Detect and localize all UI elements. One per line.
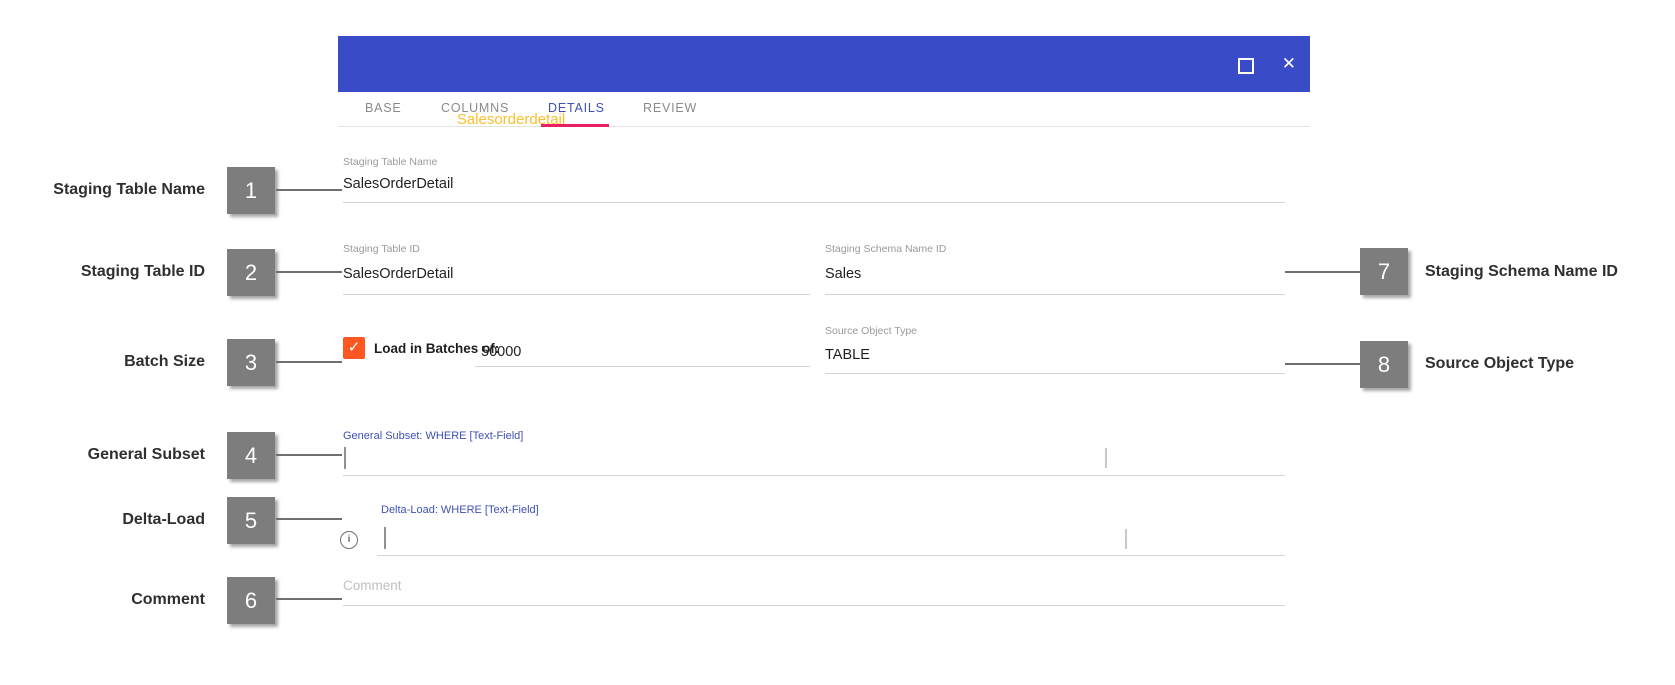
close-icon[interactable]: ✕	[1282, 36, 1296, 92]
staging-table-id-input[interactable]: SalesOrderDetail	[343, 266, 453, 282]
batch-size-underline	[475, 366, 810, 367]
connector-line-6	[276, 598, 342, 600]
connector-line-4	[276, 454, 342, 456]
delta-load-field-boundary-tick	[1125, 529, 1127, 549]
staging-table-name-label: Staging Table Name	[343, 156, 437, 168]
dialog-titlebar: Add Table:Salesorderdetail ✕	[338, 36, 1310, 92]
tab-bar: BASE COLUMNS DETAILS REVIEW	[338, 92, 1310, 127]
source-object-type-underline	[825, 373, 1285, 374]
callout-label-delta-load: Delta-Load	[0, 510, 205, 530]
tab-details[interactable]: DETAILS	[548, 101, 605, 115]
annotation-badge-6: 6	[227, 577, 275, 624]
annotation-badge-5: 5	[227, 497, 275, 544]
delta-load-underline	[377, 555, 1285, 556]
delta-load-label: Delta-Load: WHERE [Text-Field]	[381, 504, 539, 516]
annotation-badge-4: 4	[227, 432, 275, 479]
callout-label-comment: Comment	[0, 590, 205, 610]
maximize-icon[interactable]	[1238, 58, 1254, 74]
callout-label-staging-table-name: Staging Table Name	[0, 180, 205, 200]
connector-line-8	[1285, 363, 1360, 365]
comment-input[interactable]: Comment	[343, 578, 402, 593]
annotation-badge-3: 3	[227, 339, 275, 386]
general-subset-text-cursor	[344, 447, 346, 469]
staging-table-name-input[interactable]: SalesOrderDetail	[343, 176, 453, 192]
tab-columns[interactable]: COLUMNS	[441, 101, 509, 115]
general-subset-underline	[343, 475, 1285, 476]
staging-schema-name-id-underline	[825, 294, 1285, 295]
tab-base[interactable]: BASE	[365, 101, 402, 115]
staging-table-id-underline	[343, 294, 810, 295]
general-subset-field-boundary-tick	[1105, 448, 1107, 468]
info-icon[interactable]: i	[340, 531, 358, 549]
staging-table-name-underline	[343, 202, 1285, 203]
callout-label-batch-size: Batch Size	[0, 352, 205, 372]
tab-review[interactable]: REVIEW	[643, 101, 697, 115]
staging-schema-name-id-input[interactable]: Sales	[825, 266, 861, 282]
connector-line-7	[1285, 271, 1360, 273]
connector-line-5	[276, 518, 342, 520]
source-object-type-label: Source Object Type	[825, 325, 917, 337]
staging-schema-name-id-label: Staging Schema Name ID	[825, 243, 946, 255]
general-subset-label: General Subset: WHERE [Text-Field]	[343, 430, 523, 442]
annotation-badge-8: 8	[1360, 341, 1408, 388]
callout-label-source-object-type: Source Object Type	[1425, 354, 1675, 374]
callout-label-general-subset: General Subset	[0, 445, 205, 465]
staging-table-id-label: Staging Table ID	[343, 243, 420, 255]
screenshot-canvas: Staging Table Name Staging Table ID Batc…	[0, 0, 1675, 685]
load-in-batches-checkbox[interactable]: ✓	[343, 337, 365, 359]
comment-underline	[343, 605, 1285, 606]
active-tab-indicator	[541, 124, 609, 127]
callout-label-staging-schema-name-id: Staging Schema Name ID	[1425, 262, 1675, 282]
delta-load-text-cursor	[384, 527, 386, 549]
annotation-badge-2: 2	[227, 249, 275, 296]
source-object-type-input[interactable]: TABLE	[825, 347, 870, 363]
connector-line-3	[276, 361, 342, 363]
connector-line-1	[276, 189, 342, 191]
dialog-title: Add Table:Salesorderdetail	[356, 36, 565, 92]
annotation-badge-7: 7	[1360, 248, 1408, 295]
callout-label-staging-table-id: Staging Table ID	[0, 262, 205, 282]
batch-size-input[interactable]: 50000	[481, 344, 521, 360]
annotation-badge-1: 1	[227, 167, 275, 214]
connector-line-2	[276, 271, 342, 273]
